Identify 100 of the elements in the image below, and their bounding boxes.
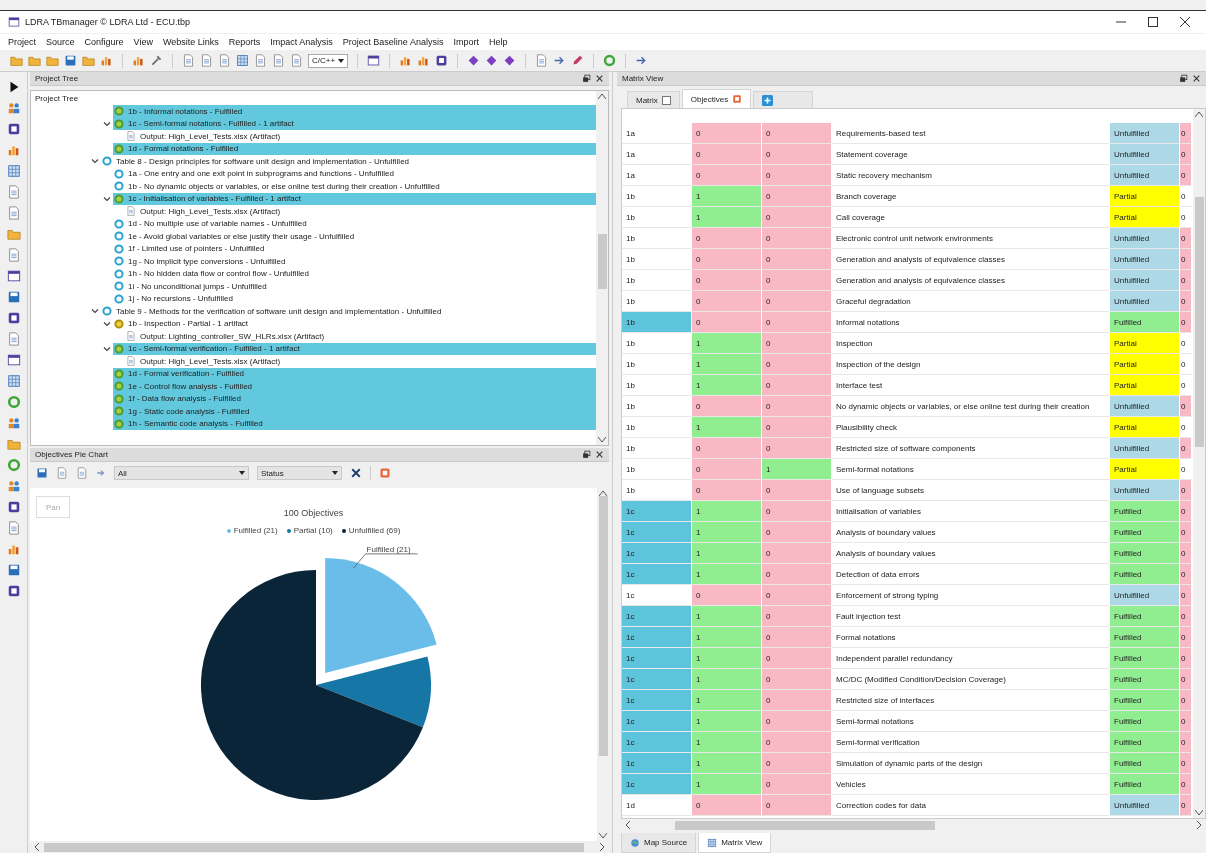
document-icon[interactable] — [290, 54, 303, 67]
chevron-icon[interactable] — [103, 344, 111, 353]
tree-item[interactable]: 1g - No implicit type conversions - Unfulfilled — [113, 255, 596, 268]
menu-item[interactable]: Help — [488, 37, 508, 47]
tree-item[interactable]: 1b - Inspection - Partial - 1 artifact — [113, 317, 596, 330]
tree-item[interactable]: Output: Lighting_controller_SW_HLRs.xlsx (Artifact) — [125, 330, 596, 343]
tree-item[interactable]: 1d - No multiple use of variable names - Unfulfilled — [113, 217, 596, 230]
square-icon[interactable] — [6, 122, 21, 136]
wrench-icon[interactable] — [150, 54, 163, 67]
document-icon[interactable] — [535, 54, 549, 67]
tree-item[interactable]: 1e - Control flow analysis - Fulfilled — [113, 380, 596, 393]
tab[interactable]: Map Source — [621, 833, 697, 853]
close-icon[interactable] — [595, 450, 604, 459]
window-icon[interactable] — [6, 269, 21, 283]
tab[interactable]: Matrix — [627, 91, 680, 108]
scroll-left-icon[interactable] — [625, 821, 631, 829]
document-icon[interactable] — [6, 521, 21, 535]
tree-item[interactable]: 1i - No unconditional jumps - Unfulfilled — [113, 280, 596, 293]
bar-chart-icon[interactable] — [399, 54, 413, 67]
document-icon[interactable] — [6, 248, 21, 262]
menu-item[interactable]: Configure — [84, 37, 124, 47]
scrollbar-thumb[interactable] — [597, 234, 607, 289]
scroll-down-icon[interactable] — [598, 437, 606, 443]
menu-item[interactable]: Reports — [228, 37, 261, 47]
close-icon[interactable] — [595, 74, 604, 83]
bar-chart-icon[interactable] — [417, 54, 431, 67]
tree-item[interactable]: 1c - Semi-formal verification - Fulfilled - 1 artifact — [113, 342, 596, 355]
document-icon[interactable] — [6, 185, 21, 199]
tree-item[interactable]: Output: High_Level_Tests.xlsx (Artifact) — [125, 205, 596, 218]
legend-item[interactable]: Fulfilled (21) — [226, 526, 278, 535]
scroll-down-icon[interactable] — [599, 833, 607, 839]
scrollbar-thumb[interactable] — [44, 842, 584, 852]
tree-item[interactable]: 1b - No dynamic objects or variables, or else online test during their creation - Unfulfilled — [113, 180, 596, 193]
document-icon[interactable] — [6, 206, 21, 220]
diamond-icon[interactable] — [467, 54, 481, 67]
window-icon[interactable] — [6, 353, 21, 367]
scroll-right-icon[interactable] — [599, 843, 605, 851]
tab[interactable]: Objectives — [681, 89, 752, 108]
close-icon[interactable] — [1192, 74, 1201, 83]
chevron-icon[interactable] — [103, 194, 111, 203]
square-icon[interactable] — [6, 311, 21, 325]
square-icon[interactable] — [6, 584, 21, 598]
float-icon[interactable] — [582, 74, 591, 83]
tab[interactable]: Matrix View — [698, 833, 772, 853]
people-icon[interactable] — [6, 416, 21, 430]
dropdown[interactable]: All — [114, 466, 249, 480]
pie-slice[interactable] — [315, 656, 431, 728]
float-icon[interactable] — [582, 450, 591, 459]
menu-item[interactable]: Import — [453, 37, 479, 47]
arrow-icon[interactable] — [635, 54, 649, 67]
document-icon[interactable] — [254, 54, 267, 67]
float-icon[interactable] — [1179, 74, 1188, 83]
chevron-icon[interactable] — [91, 157, 99, 166]
pencil-icon[interactable] — [571, 54, 585, 67]
tree-item[interactable]: Output: High_Level_Tests.xlsx (Artifact) — [125, 355, 596, 368]
window-icon[interactable] — [367, 54, 381, 67]
circle-icon[interactable] — [6, 395, 21, 409]
scrollbar-thumb[interactable] — [1194, 197, 1204, 447]
menu-item[interactable]: Project — [8, 37, 36, 47]
tree-item[interactable]: 1f - Limited use of pointers - Unfulfilled — [113, 242, 596, 255]
document-icon[interactable] — [200, 54, 213, 67]
scrollbar-thumb[interactable] — [675, 820, 935, 830]
tree-item[interactable]: 1c - Initialisation of variables - Fulfilled - 1 artifact — [113, 192, 596, 205]
square-icon[interactable] — [435, 54, 449, 67]
people-icon[interactable] — [6, 101, 21, 115]
scrollbar-thumb[interactable] — [598, 496, 608, 756]
menu-item[interactable]: Impact Analysis — [270, 37, 333, 47]
tree-item[interactable]: 1e - Avoid global variables or else justify their usage - Unfulfilled — [113, 230, 596, 243]
tab[interactable] — [753, 91, 814, 108]
grid-icon[interactable] — [236, 54, 249, 67]
bar-chart-icon[interactable] — [132, 54, 145, 67]
maximize-icon[interactable] — [1148, 17, 1158, 27]
chevron-icon[interactable] — [91, 307, 99, 316]
cross-icon[interactable] — [350, 467, 362, 479]
chevron-icon[interactable] — [103, 319, 111, 328]
diamond-icon[interactable] — [485, 54, 499, 67]
tree-item[interactable]: Table 8 - Design principles for software unit design and implementation - Unfulfilled — [101, 155, 596, 168]
tree-item[interactable]: 1d - Formal verification - Fulfilled — [113, 367, 596, 380]
menu-item[interactable]: Source — [46, 37, 75, 47]
document-icon[interactable] — [272, 54, 285, 67]
scroll-up-icon[interactable] — [598, 93, 606, 99]
tree-item[interactable]: 1h - No hidden data flow or control flow - Unfulfilled — [113, 267, 596, 280]
grid-icon[interactable] — [6, 374, 21, 388]
bar-chart-icon[interactable] — [100, 54, 113, 67]
menu-item[interactable]: View — [133, 37, 153, 47]
close-icon[interactable] — [1180, 17, 1190, 27]
document-icon[interactable] — [6, 332, 21, 346]
menu-item[interactable]: Project Baseline Analysis — [342, 37, 444, 47]
language-dropdown[interactable]: C/C++ — [308, 53, 349, 68]
grid-icon[interactable] — [6, 164, 21, 178]
tree-item[interactable]: Table 9 - Methods for the verification of software unit design and implementation - Unfulfilled — [101, 305, 596, 318]
scroll-left-icon[interactable] — [34, 843, 40, 851]
tree-item[interactable]: 1b - Informal notations - Fulfilled — [113, 105, 596, 118]
tree-item[interactable]: 1g - Static code analysis - Fulfilled — [113, 405, 596, 418]
scroll-up-icon[interactable] — [599, 490, 607, 496]
tree-item[interactable]: 1d - Formal notations - Fulfilled — [113, 142, 596, 155]
scroll-up-icon[interactable] — [1195, 111, 1203, 117]
pie-slice[interactable] — [200, 570, 423, 800]
tree-item[interactable]: 1a - One entry and one exit point in subprograms and functions - Unfulfilled — [113, 167, 596, 180]
square-icon[interactable] — [6, 500, 21, 514]
